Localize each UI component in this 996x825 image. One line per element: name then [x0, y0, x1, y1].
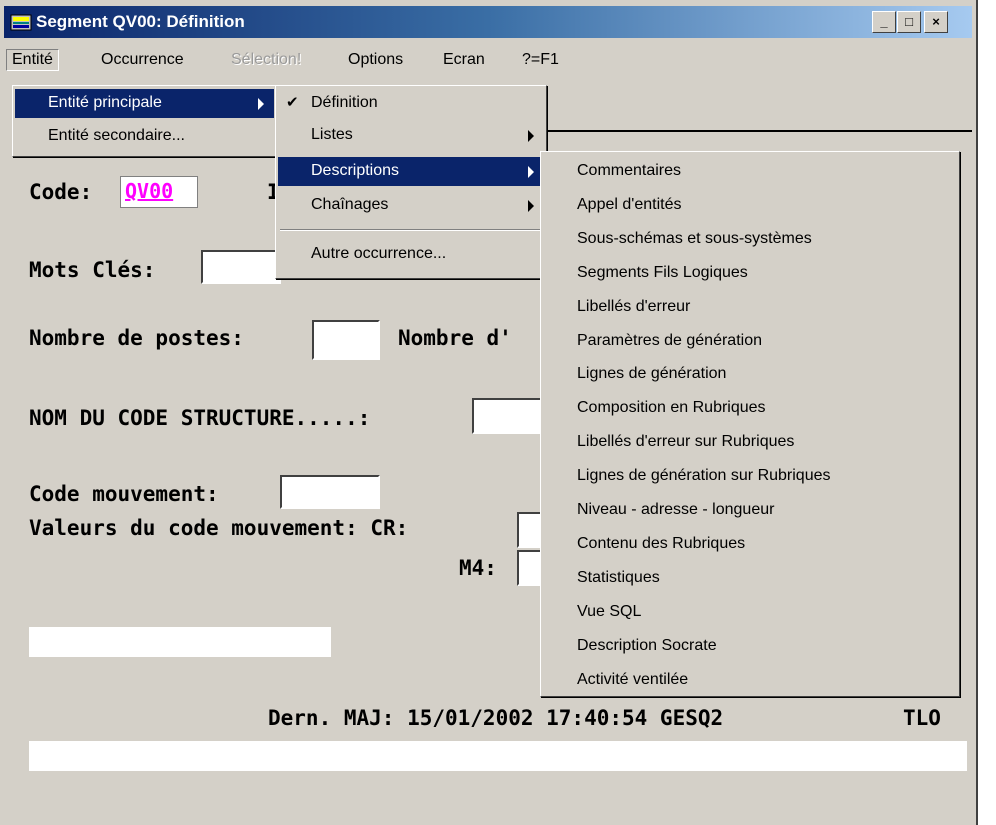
menu-item-description[interactable]: Contenu des Rubriques — [577, 535, 745, 553]
menu-item-entite-principale[interactable]: Entité principale — [15, 89, 274, 118]
menu-item-description[interactable]: Appel d'entités — [577, 196, 681, 214]
nombre-d-label: Nombre d' — [398, 326, 512, 350]
menu-item-description[interactable]: Niveau - adresse - longueur — [577, 501, 774, 519]
valeurs-code-mouvement-label: Valeurs du code mouvement: CR: — [29, 516, 409, 540]
definition-label: Définition — [311, 94, 378, 111]
menu-help[interactable]: ?=F1 — [516, 49, 565, 71]
submenu-arrow-icon — [528, 166, 534, 178]
window-title: Segment QV00: Définition — [36, 12, 245, 31]
menu-item-listes[interactable]: Listes — [278, 121, 544, 150]
code-value: QV00 — [125, 179, 174, 203]
menu-item-entite-secondaire[interactable]: Entité secondaire... — [15, 122, 274, 151]
menu-item-description[interactable]: Description Socrate — [577, 637, 717, 655]
menu-item-description[interactable]: Segments Fils Logiques — [577, 264, 748, 282]
menu-item-description[interactable]: Paramètres de génération — [577, 332, 762, 350]
submenu-arrow-icon — [528, 130, 534, 142]
code-field[interactable]: QV00 — [120, 176, 198, 208]
menu-item-description[interactable]: Vue SQL — [577, 603, 641, 621]
menu-item-chainages[interactable]: Chaînages — [278, 191, 544, 220]
menu-item-description[interactable]: Lignes de génération — [577, 365, 726, 383]
header-rule — [547, 130, 972, 132]
mots-cles-field[interactable] — [201, 250, 281, 284]
menu-bar: Entité Occurrence Sélection! Options Ecr… — [4, 44, 972, 78]
menu-item-description[interactable]: Activité ventilée — [577, 671, 688, 689]
entite-secondaire-label: Entité secondaire... — [48, 127, 185, 144]
nombre-postes-field[interactable] — [312, 320, 380, 360]
menu-ecran[interactable]: Ecran — [437, 49, 491, 71]
minimize-button[interactable]: _ — [872, 11, 896, 33]
descriptions-label: Descriptions — [311, 162, 400, 179]
close-icon: × — [932, 14, 940, 29]
nombre-postes-label: Nombre de postes: — [29, 326, 244, 350]
app-icon — [10, 14, 32, 31]
menu-item-description[interactable]: Composition en Rubriques — [577, 399, 766, 417]
close-button[interactable]: × — [924, 11, 948, 33]
submenu-arrow-icon — [528, 200, 534, 212]
listes-label: Listes — [311, 126, 353, 143]
title-bar[interactable]: Segment QV00: Définition _ □ × — [4, 6, 972, 38]
checkmark-icon: ✔ — [286, 94, 299, 111]
menu-occurrence[interactable]: Occurrence — [95, 49, 190, 71]
code-mouvement-label: Code mouvement: — [29, 482, 219, 506]
menu-options[interactable]: Options — [342, 49, 409, 71]
message-area — [29, 627, 331, 657]
menu-item-autre-occurrence[interactable]: Autre occurrence... — [278, 240, 544, 269]
last-update-text: Dern. MAJ: 15/01/2002 17:40:54 GESQ2 — [268, 706, 724, 730]
user-code: TLO — [903, 706, 941, 730]
menu-separator — [280, 229, 542, 231]
submenu-arrow-icon — [258, 98, 264, 110]
code-mouvement-field[interactable] — [280, 475, 380, 509]
autre-occurrence-label: Autre occurrence... — [311, 245, 447, 262]
descriptions-submenu: Commentaires Appel d'entités Sous-schémas … — [540, 151, 960, 697]
application-window: Segment QV00: Définition _ □ × Entité Oc… — [0, 0, 978, 825]
chainages-label: Chaînages — [311, 196, 389, 213]
entite-dropdown: Entité principale Entité secondaire... — [12, 85, 277, 157]
menu-item-description[interactable]: Sous-schémas et sous-systèmes — [577, 230, 812, 248]
minimize-icon: _ — [880, 14, 888, 29]
menu-entite[interactable]: Entité — [6, 49, 59, 71]
menu-item-description[interactable]: Libellés d'erreur — [577, 298, 690, 316]
menu-selection[interactable]: Sélection! — [225, 49, 307, 71]
menu-item-description[interactable]: Libellés d'erreur sur Rubriques — [577, 433, 794, 451]
menu-item-descriptions[interactable]: Descriptions — [278, 157, 544, 186]
menu-item-description[interactable]: Lignes de génération sur Rubriques — [577, 467, 831, 485]
entite-principale-label: Entité principale — [48, 94, 162, 111]
m4-label: M4: — [459, 556, 497, 580]
menu-item-description[interactable]: Commentaires — [577, 162, 681, 180]
maximize-button[interactable]: □ — [897, 11, 921, 33]
command-line[interactable] — [29, 741, 967, 771]
code-label: Code: — [29, 180, 93, 204]
mots-cles-label: Mots Clés: — [29, 258, 156, 282]
occurrence-submenu: ✔ Définition Listes Descriptions Chaînag… — [275, 85, 547, 279]
menu-item-definition[interactable]: ✔ Définition — [278, 89, 544, 118]
menu-item-description[interactable]: Statistiques — [577, 569, 660, 587]
nom-code-structure-label: NOM DU CODE STRUCTURE.....: — [29, 406, 371, 430]
maximize-icon: □ — [905, 14, 913, 29]
nom-code-structure-field[interactable] — [472, 398, 544, 434]
